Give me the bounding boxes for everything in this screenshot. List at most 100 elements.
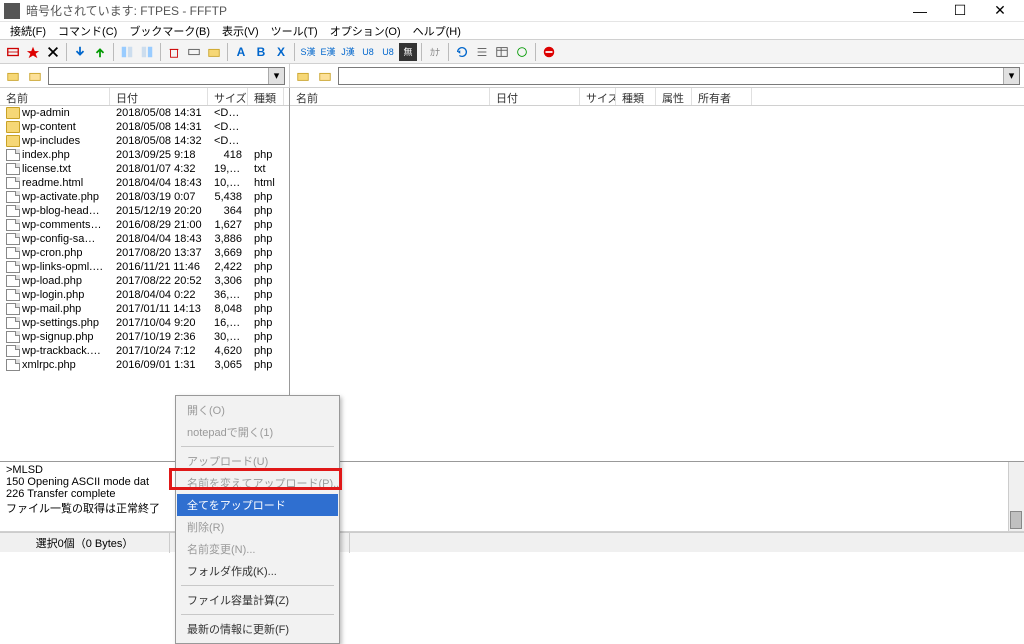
chevron-down-icon[interactable]: ▾ — [268, 68, 284, 84]
delete-icon[interactable] — [165, 43, 183, 61]
list-item[interactable]: wp-trackback.php2017/10/24 7:124,620php — [0, 344, 289, 358]
menu-bookmark[interactable]: ブックマーク(B) — [123, 23, 216, 39]
remote-header-attr[interactable]: 属性 — [656, 88, 692, 105]
mirror-download-icon[interactable] — [118, 43, 136, 61]
ctx-refresh[interactable]: 最新の情報に更新(F) — [177, 618, 338, 640]
remote-address-bar: ▾ — [290, 64, 1024, 87]
menu-connect[interactable]: 接続(F) — [4, 23, 52, 39]
close-button[interactable]: ✕ — [980, 0, 1020, 22]
list-item[interactable]: wp-activate.php2018/03/19 0:075,438php — [0, 190, 289, 204]
remote-path-combo[interactable]: ▾ — [338, 67, 1020, 85]
local-header-name[interactable]: 名前 — [0, 88, 110, 105]
ctx-open-notepad[interactable]: notepadで開く(1) — [177, 421, 338, 443]
local-up-icon[interactable] — [4, 67, 22, 85]
kanji-euc-icon[interactable]: E漢 — [319, 43, 337, 61]
abort-icon[interactable] — [540, 43, 558, 61]
kanji-jis-icon[interactable]: J漢 — [339, 43, 357, 61]
list-item[interactable]: wp-comments-post.p...2016/08/29 21:001,6… — [0, 218, 289, 232]
list-item[interactable]: wp-content2018/05/08 14:31<DIR> — [0, 120, 289, 134]
auto-mode-icon[interactable]: X — [272, 43, 290, 61]
connect-icon[interactable] — [4, 43, 22, 61]
remote-header-owner[interactable]: 所有者 — [692, 88, 752, 105]
list-item[interactable]: wp-config-sample.php2018/04/04 18:433,88… — [0, 232, 289, 246]
remote-header-name[interactable]: 名前 — [290, 88, 490, 105]
download-icon[interactable] — [71, 43, 89, 61]
ascii-mode-icon[interactable]: A — [232, 43, 250, 61]
local-header-type[interactable]: 種類 — [248, 88, 284, 105]
local-header-size[interactable]: サイズ — [208, 88, 248, 105]
ctx-delete[interactable]: 削除(R) — [177, 516, 338, 538]
mkdir-icon[interactable] — [205, 43, 223, 61]
binary-mode-icon[interactable]: B — [252, 43, 270, 61]
rename-icon[interactable] — [185, 43, 203, 61]
local-open-icon[interactable] — [26, 67, 44, 85]
list-item[interactable]: readme.html2018/04/04 18:4310,303html — [0, 176, 289, 190]
list-item[interactable]: wp-signup.php2017/10/19 2:3630,071php — [0, 330, 289, 344]
list-item[interactable]: license.txt2018/01/07 4:3219,935txt — [0, 162, 289, 176]
file-name: wp-cron.php — [22, 247, 83, 259]
list-item[interactable]: wp-includes2018/05/08 14:32<DIR> — [0, 134, 289, 148]
sync-icon[interactable] — [513, 43, 531, 61]
kanji-none-icon[interactable]: 無 — [399, 43, 417, 61]
list-item[interactable]: wp-mail.php2017/01/11 14:138,048php — [0, 302, 289, 316]
ctx-upload-rename[interactable]: 名前を変えてアップロード(P)... — [177, 472, 338, 494]
kanji-utf8-icon[interactable]: U8 — [359, 43, 377, 61]
detail-icon[interactable] — [493, 43, 511, 61]
file-name: wp-trackback.php — [22, 345, 108, 357]
list-item[interactable]: wp-settings.php2017/10/04 9:2016,246php — [0, 316, 289, 330]
list-item[interactable]: wp-load.php2017/08/22 20:523,306php — [0, 274, 289, 288]
file-size: <DIR> — [208, 107, 248, 119]
file-size: 4,620 — [208, 345, 248, 357]
chevron-down-icon[interactable]: ▾ — [1003, 68, 1019, 84]
list-item[interactable]: wp-login.php2018/04/04 0:2236,593php — [0, 288, 289, 302]
remote-header-date[interactable]: 日付 — [490, 88, 580, 105]
list-item[interactable]: wp-links-opml.php2016/11/21 11:462,422ph… — [0, 260, 289, 274]
ctx-upload[interactable]: アップロード(U) — [177, 450, 338, 472]
menu-tool[interactable]: ツール(T) — [265, 23, 324, 39]
menu-command[interactable]: コマンド(C) — [52, 23, 123, 39]
file-icon — [6, 219, 20, 231]
refresh-icon[interactable] — [453, 43, 471, 61]
menu-help[interactable]: ヘルプ(H) — [407, 23, 467, 39]
list-item[interactable]: wp-admin2018/05/08 14:31<DIR> — [0, 106, 289, 120]
maximize-button[interactable]: ☐ — [940, 0, 980, 22]
file-date: 2017/01/11 14:13 — [110, 303, 208, 315]
remote-open-icon[interactable] — [316, 67, 334, 85]
file-size: 16,246 — [208, 317, 248, 329]
remote-header-size[interactable]: サイズ — [580, 88, 616, 105]
kana-icon[interactable]: ｶﾅ — [426, 43, 444, 61]
kanji-utf8n-icon[interactable]: U8 — [379, 43, 397, 61]
quick-connect-icon[interactable] — [24, 43, 42, 61]
status-spacer — [350, 541, 1024, 545]
ctx-rename[interactable]: 名前変更(N)... — [177, 538, 338, 560]
remote-up-icon[interactable] — [294, 67, 312, 85]
local-path-combo[interactable]: ▾ — [48, 67, 285, 85]
disconnect-icon[interactable] — [44, 43, 62, 61]
list-item[interactable]: index.php2013/09/25 9:18418php — [0, 148, 289, 162]
file-date: 2017/08/20 13:37 — [110, 247, 208, 259]
minimize-button[interactable]: — — [900, 0, 940, 22]
upload-icon[interactable] — [91, 43, 109, 61]
ctx-calc-size[interactable]: ファイル容量計算(Z) — [177, 589, 338, 611]
list-item[interactable]: wp-blog-header.php2015/12/19 20:20364php — [0, 204, 289, 218]
file-name: wp-login.php — [22, 289, 84, 301]
scrollbar-thumb[interactable] — [1010, 511, 1022, 529]
file-name: wp-comments-post.p... — [22, 219, 110, 231]
menu-option[interactable]: オプション(O) — [324, 23, 407, 39]
ctx-open[interactable]: 開く(O) — [177, 399, 338, 421]
remote-header-type[interactable]: 種類 — [616, 88, 656, 105]
log-scrollbar[interactable] — [1008, 462, 1024, 531]
list-item[interactable]: xmlrpc.php2016/09/01 1:313,065php — [0, 358, 289, 372]
ctx-upload-all[interactable]: 全てをアップロード — [177, 494, 338, 516]
mirror-upload-icon[interactable] — [138, 43, 156, 61]
local-header-date[interactable]: 日付 — [110, 88, 208, 105]
file-icon — [6, 163, 20, 175]
menu-view[interactable]: 表示(V) — [216, 23, 265, 39]
list-icon[interactable] — [473, 43, 491, 61]
remote-file-list[interactable] — [290, 106, 1024, 461]
ctx-mkdir[interactable]: フォルダ作成(K)... — [177, 560, 338, 582]
list-item[interactable]: wp-cron.php2017/08/20 13:373,669php — [0, 246, 289, 260]
file-size: 3,669 — [208, 247, 248, 259]
kanji-sjis-icon[interactable]: S漢 — [299, 43, 317, 61]
file-icon — [6, 191, 20, 203]
